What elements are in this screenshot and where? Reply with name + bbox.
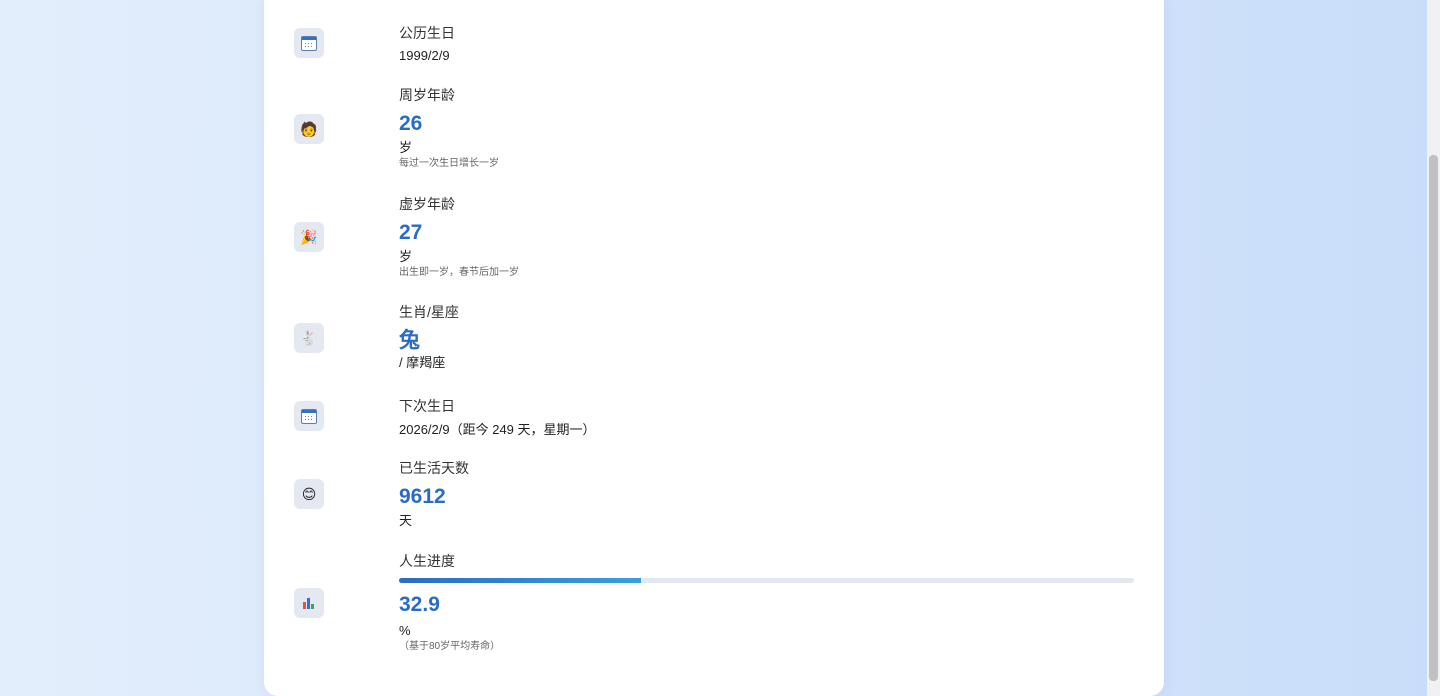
label-full-age: 周岁年龄 bbox=[399, 87, 455, 103]
calendar-icon bbox=[294, 401, 324, 431]
label-next-birthday: 下次生日 bbox=[399, 398, 455, 414]
life-progress-fill bbox=[399, 578, 641, 583]
smiling-face-icon: 😊 bbox=[294, 479, 324, 509]
rabbit-icon: 🐇 bbox=[294, 323, 324, 353]
value-zodiac: 兔 bbox=[399, 329, 420, 352]
label-zodiac: 生肖/星座 bbox=[399, 304, 459, 320]
unit-zodiac: / 摩羯座 bbox=[399, 355, 446, 370]
value-full-age: 26 bbox=[399, 112, 423, 135]
life-progress-bar bbox=[399, 578, 1134, 583]
label-life-progress: 人生进度 bbox=[399, 553, 455, 569]
face-icon: 🧑 bbox=[294, 114, 324, 144]
note-nominal-age: 出生即一岁，春节后加一岁 bbox=[399, 267, 519, 278]
unit-nominal-age: 岁 bbox=[399, 249, 413, 264]
value-life-progress: 32.9 bbox=[399, 593, 440, 616]
label-solar-birthday: 公历生日 bbox=[399, 25, 455, 41]
unit-days-lived: 天 bbox=[399, 513, 413, 528]
label-nominal-age: 虚岁年龄 bbox=[399, 196, 455, 212]
value-solar-birthday: 1999/2/9 bbox=[399, 48, 450, 63]
scrollbar-thumb[interactable] bbox=[1429, 155, 1438, 681]
unit-life-progress: % bbox=[399, 623, 411, 638]
note-life-progress: （基于80岁平均寿命） bbox=[399, 641, 501, 652]
page-scrollbar[interactable] bbox=[1427, 0, 1440, 696]
info-card: 公历生日 1999/2/9 🧑 周岁年龄 26 岁 每过一次生日增长一岁 🎉 虚… bbox=[264, 0, 1164, 696]
note-full-age: 每过一次生日增长一岁 bbox=[399, 158, 499, 169]
label-days-lived: 已生活天数 bbox=[399, 460, 469, 476]
calendar-icon bbox=[294, 28, 324, 58]
value-days-lived: 9612 bbox=[399, 485, 446, 508]
value-next-birthday: 2026/2/9（距今 249 天，星期一） bbox=[399, 422, 596, 437]
bar-chart-icon bbox=[294, 588, 324, 618]
unit-full-age: 岁 bbox=[399, 140, 413, 155]
value-nominal-age: 27 bbox=[399, 221, 423, 244]
party-popper-icon: 🎉 bbox=[294, 222, 324, 252]
